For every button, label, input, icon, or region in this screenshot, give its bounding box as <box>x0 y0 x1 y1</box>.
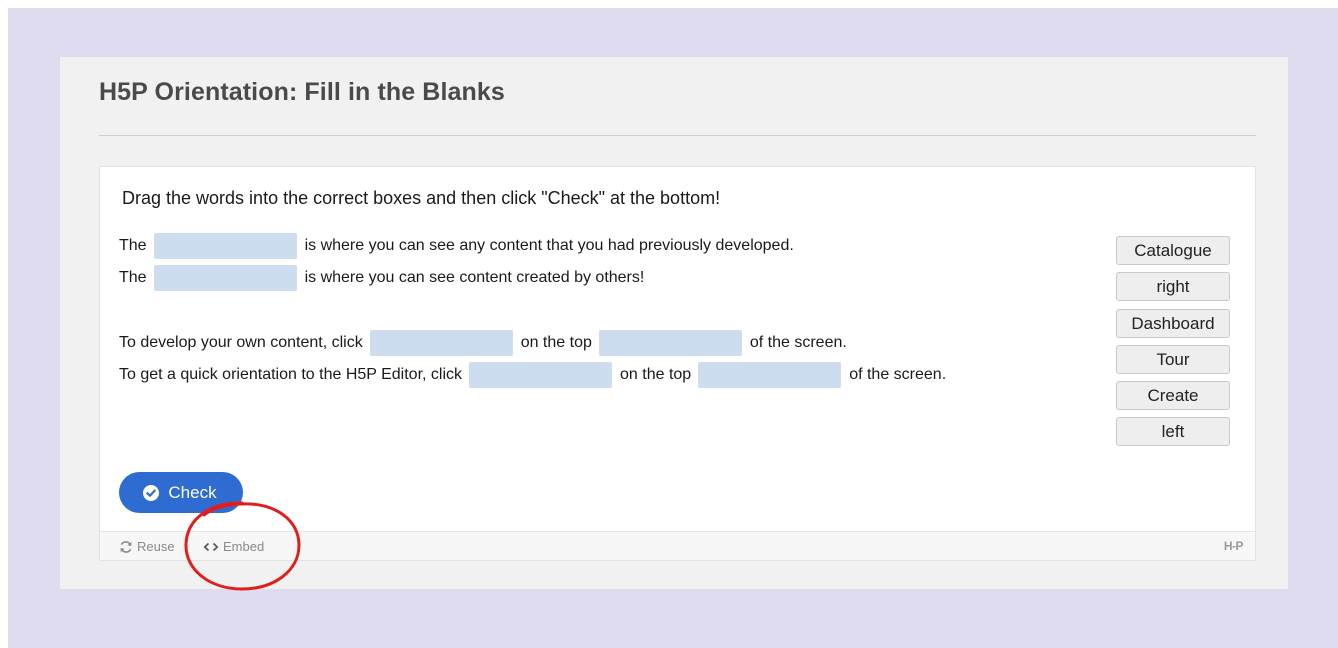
instructions: Drag the words into the correct boxes an… <box>122 188 721 208</box>
draggable-word-left[interactable]: left <box>1116 417 1230 447</box>
drop-blank[interactable] <box>153 233 297 259</box>
sentence-2: The is where you can see content created… <box>119 265 644 291</box>
sentence-text: of the screen. <box>849 366 947 383</box>
drop-blank[interactable] <box>469 362 613 388</box>
title-divider <box>99 135 1256 136</box>
draggable-word-right[interactable]: right <box>1116 272 1230 302</box>
sentence-text: The <box>119 269 147 286</box>
sentence-4: To get a quick orientation to the H5P Ed… <box>119 362 946 388</box>
reuse-label: Reuse <box>137 539 175 554</box>
sentence-text: is where you can see content created by … <box>304 269 645 286</box>
drop-blank[interactable] <box>598 330 742 356</box>
code-brackets-icon <box>203 542 219 551</box>
sentence-text: The <box>119 237 147 254</box>
embed-button[interactable]: Embed <box>203 539 264 554</box>
sentence-3: To develop your own content, click on th… <box>119 330 847 356</box>
sentence-text: of the screen. <box>749 334 847 351</box>
sentence-text: on the top <box>520 334 592 351</box>
draggable-word-tour[interactable]: Tour <box>1116 344 1230 374</box>
h5p-logo: H-P <box>1223 539 1244 553</box>
sentence-1: The is where you can see any content tha… <box>119 233 794 259</box>
drop-blank[interactable] <box>153 265 297 291</box>
word-bank: Catalogue right Dashboard Tour Create le… <box>1116 236 1230 454</box>
check-label: Check <box>168 482 217 502</box>
reuse-button[interactable]: Reuse <box>119 539 175 554</box>
sentence-text: To get a quick orientation to the H5P Ed… <box>119 366 463 383</box>
check-button[interactable]: Check <box>119 472 243 513</box>
page-title: H5P Orientation: Fill in the Blanks <box>99 78 505 106</box>
draggable-word-catalogue[interactable]: Catalogue <box>1116 236 1230 265</box>
sentence-text: To develop your own content, click <box>119 334 363 351</box>
h5p-activity: Drag the words into the correct boxes an… <box>99 166 1256 561</box>
drop-blank[interactable] <box>369 330 513 356</box>
drop-blank[interactable] <box>698 362 842 388</box>
h5p-footer: Reuse Embed H-P <box>100 531 1255 560</box>
sentence-text: on the top <box>620 366 692 383</box>
sentence-text: is where you can see any content that yo… <box>304 237 794 254</box>
draggable-word-create[interactable]: Create <box>1116 381 1230 411</box>
refresh-icon <box>120 540 132 553</box>
draggable-word-dashboard[interactable]: Dashboard <box>1116 308 1230 338</box>
check-circle-icon <box>143 484 160 501</box>
embed-label: Embed <box>223 539 265 554</box>
